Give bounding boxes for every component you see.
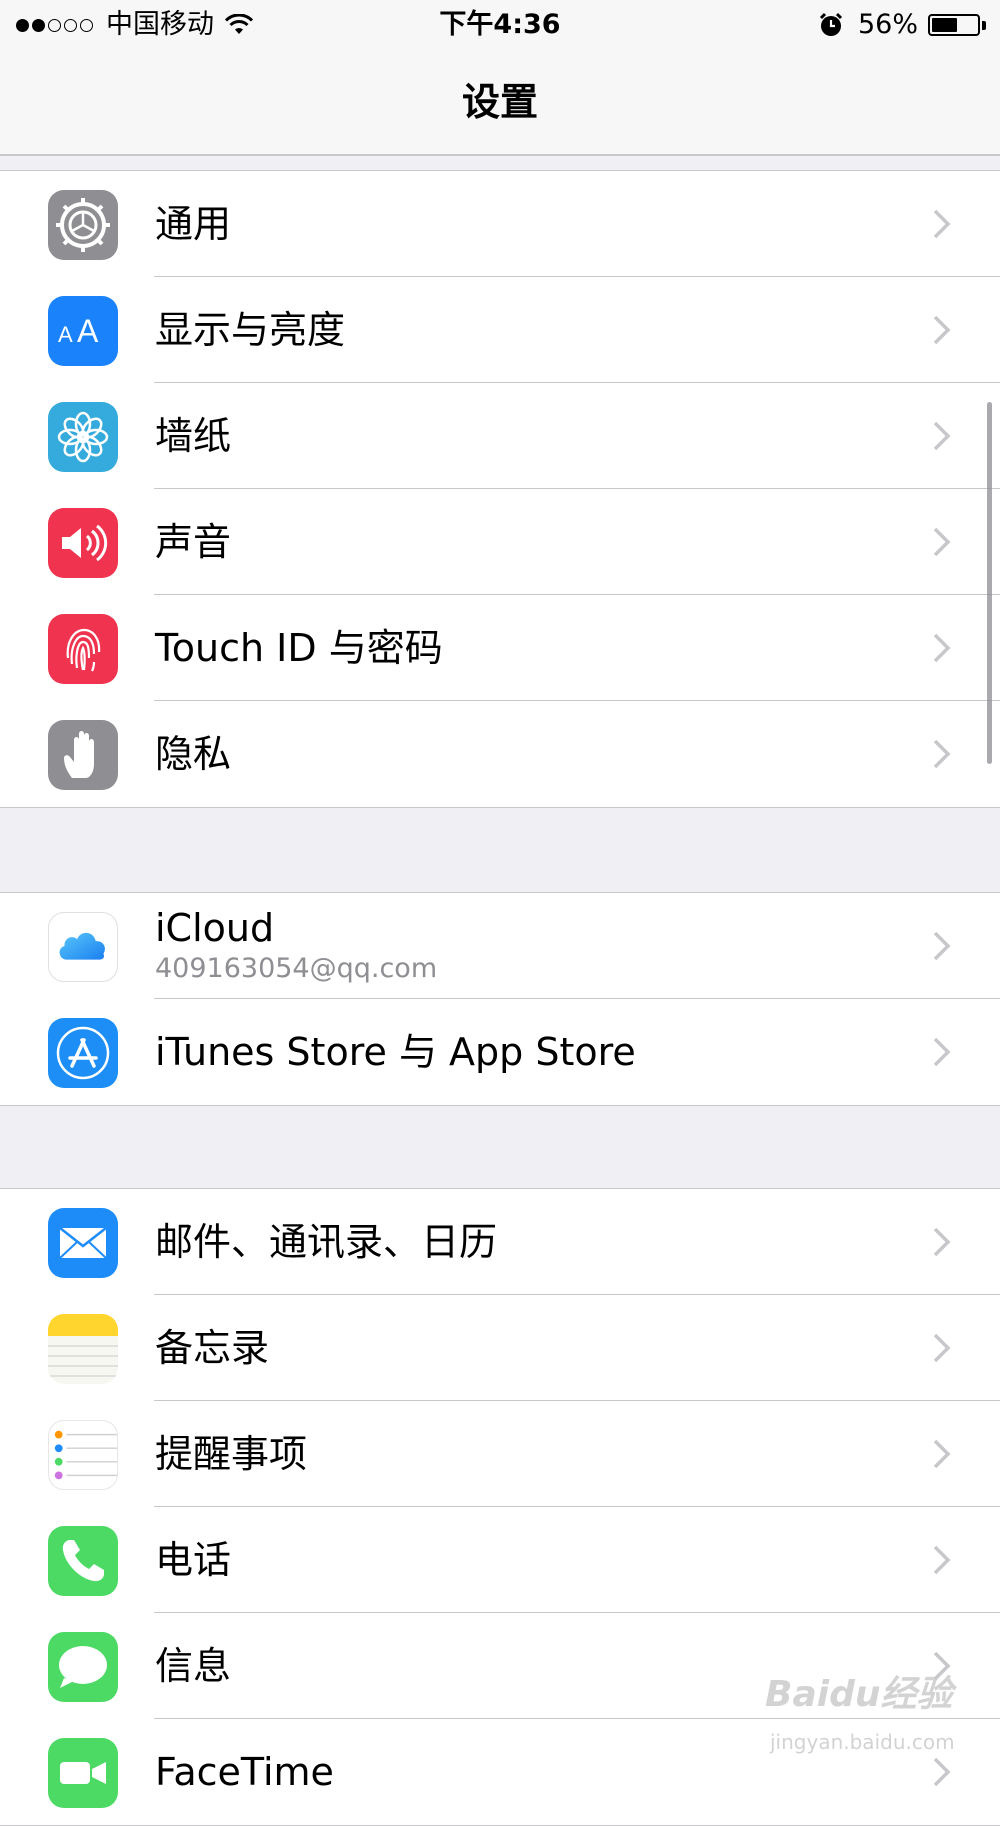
settings-row-label: 提醒事项	[155, 1432, 308, 1476]
battery-icon	[928, 14, 980, 36]
text-size-icon: AA	[48, 296, 118, 366]
chevron-right-icon	[933, 209, 951, 239]
scroll-indicator[interactable]	[987, 402, 992, 764]
chevron-right-icon	[933, 1757, 951, 1787]
svg-text:A: A	[58, 322, 73, 347]
chevron-right-icon	[933, 633, 951, 663]
status-bar: 中国移动 下午4:36 56%	[0, 0, 1000, 50]
battery-percentage: 56%	[857, 9, 918, 40]
navigation-bar: 设置	[0, 50, 1000, 156]
app-store-icon	[48, 1018, 118, 1088]
phone-icon	[48, 1526, 118, 1596]
settings-row-icloud[interactable]: iCloud 409163054@qq.com	[0, 893, 1000, 999]
settings-row-mail-contacts-calendars[interactable]: 邮件、通讯录、日历	[0, 1189, 1000, 1295]
settings-row-display-brightness[interactable]: AA 显示与亮度	[0, 277, 1000, 383]
reminders-icon	[48, 1420, 118, 1490]
settings-row-phone[interactable]: 电话	[0, 1507, 1000, 1613]
chevron-right-icon	[933, 1439, 951, 1469]
status-right: 56%	[818, 0, 986, 50]
settings-row-label: 通用	[155, 202, 232, 246]
chevron-right-icon	[933, 931, 951, 961]
settings-row-label: iCloud	[155, 906, 275, 950]
settings-row-label: 邮件、通讯录、日历	[155, 1220, 498, 1264]
settings-row-label: Touch ID 与密码	[155, 626, 443, 670]
flower-icon	[48, 402, 118, 472]
hand-icon	[48, 720, 118, 790]
messages-icon	[48, 1632, 118, 1702]
cloud-icon	[48, 912, 118, 982]
alarm-icon	[819, 12, 843, 36]
settings-row-label: 显示与亮度	[155, 308, 346, 352]
chevron-right-icon	[933, 739, 951, 769]
settings-group-2: iCloud 409163054@qq.com iTunes Store 与 A…	[0, 892, 1000, 1106]
settings-row-label: iTunes Store 与 App Store	[155, 1030, 636, 1074]
settings-row-label: 声音	[155, 520, 232, 564]
gear-icon	[48, 190, 118, 260]
chevron-right-icon	[933, 1227, 951, 1257]
speaker-icon	[48, 508, 118, 578]
settings-row-label: FaceTime	[155, 1750, 334, 1794]
chevron-right-icon	[933, 421, 951, 451]
page-title: 设置	[461, 80, 538, 124]
settings-row-label: 电话	[155, 1538, 232, 1582]
settings-row-label: 信息	[155, 1644, 232, 1688]
settings-row-label: 隐私	[155, 732, 232, 776]
facetime-icon	[48, 1738, 118, 1808]
chevron-right-icon	[933, 1333, 951, 1363]
settings-group-1: 通用 AA 显示与亮度 墙纸 声音 Touch ID 与密码 隐私	[0, 170, 1000, 808]
chevron-right-icon	[933, 1545, 951, 1575]
settings-row-notes[interactable]: 备忘录	[0, 1295, 1000, 1401]
fingerprint-icon	[48, 614, 118, 684]
settings-row-label: 备忘录	[155, 1326, 270, 1370]
settings-row-label: 墙纸	[155, 414, 232, 458]
settings-row-sounds[interactable]: 声音	[0, 489, 1000, 595]
watermark-text: Baidu经验	[765, 1674, 953, 1715]
battery-level	[932, 18, 957, 32]
watermark-url: jingyan.baidu.com	[770, 1730, 955, 1754]
settings-row-reminders[interactable]: 提醒事项	[0, 1401, 1000, 1507]
notes-icon	[48, 1314, 118, 1384]
settings-row-itunes-app-store[interactable]: iTunes Store 与 App Store	[0, 999, 1000, 1105]
chevron-right-icon	[933, 527, 951, 557]
chevron-right-icon	[933, 1037, 951, 1067]
chevron-right-icon	[933, 315, 951, 345]
svg-text:A: A	[77, 313, 99, 349]
settings-row-wallpaper[interactable]: 墙纸	[0, 383, 1000, 489]
battery-nub	[982, 20, 986, 30]
settings-row-touch-id-passcode[interactable]: Touch ID 与密码	[0, 595, 1000, 701]
mail-icon	[48, 1208, 118, 1278]
settings-row-privacy[interactable]: 隐私	[0, 701, 1000, 807]
icloud-account-email: 409163054@qq.com	[155, 953, 438, 984]
settings-row-general[interactable]: 通用	[0, 171, 1000, 277]
